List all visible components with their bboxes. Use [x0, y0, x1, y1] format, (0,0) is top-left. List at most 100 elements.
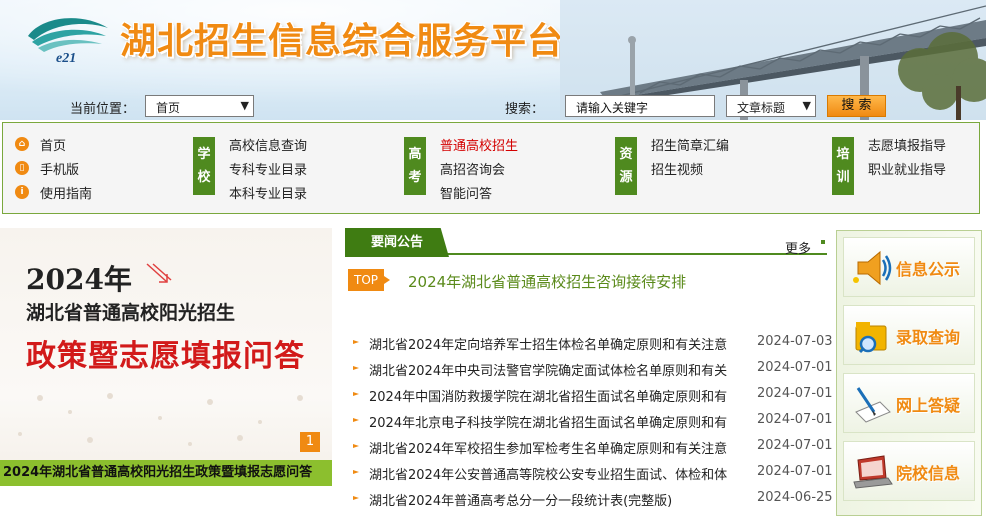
- featured-banner[interactable]: 2024年 湖北省普通高校阳光招生 政策暨志愿填报问答 1 2024年湖北省普通…: [0, 228, 332, 510]
- news-tabbar: 要闻公告 更多: [345, 228, 827, 257]
- badge-char: 训: [836, 170, 850, 185]
- list-item[interactable]: 湖北省2024年普通高考总分一分一段统计表(完整版) 2024-06-25: [345, 490, 833, 510]
- more-dot-icon: [821, 240, 825, 244]
- bullet-arrow-icon: [353, 444, 359, 448]
- news-title[interactable]: 2024年北京电子科技学院在湖北省招生面试名单确定原则和有: [369, 412, 757, 431]
- service-label: 信息公示: [896, 260, 961, 279]
- nav-link-guide[interactable]: 使用指南: [40, 183, 92, 202]
- top-headline[interactable]: 2024年湖北省普通高校招生咨询接待安排: [408, 271, 686, 292]
- search-button[interactable]: 搜 索: [827, 95, 886, 117]
- document-pen-icon: [855, 387, 891, 423]
- more-link[interactable]: 更多: [785, 238, 811, 257]
- laptop-icon: [853, 455, 893, 489]
- nav-link-brochures[interactable]: 招生简章汇编: [651, 135, 729, 154]
- search-label: 搜索：: [505, 102, 545, 117]
- bullet-arrow-icon: [353, 340, 359, 344]
- nav-link-vocational-majors[interactable]: 专科专业目录: [229, 159, 307, 178]
- news-date: 2024-07-01: [757, 360, 833, 375]
- news-title[interactable]: 湖北省2024年军校招生参加军检考生名单确定原则和有关注意: [369, 438, 757, 457]
- badge-char: 学: [197, 147, 211, 162]
- news-title[interactable]: 湖北省2024年普通高考总分一分一段统计表(完整版): [369, 490, 757, 509]
- nav-link-admission-fair[interactable]: 高招咨询会: [440, 159, 505, 178]
- nav-link-undergrad-majors[interactable]: 本科专业目录: [229, 183, 307, 202]
- banner-year: 2024年: [26, 263, 132, 296]
- news-title[interactable]: 湖北省2024年中央司法警官学院确定面试体检名单原则和有关: [369, 360, 757, 379]
- folder-search-icon: [855, 322, 887, 354]
- nav-link-general-admission[interactable]: 普通高校招生: [440, 135, 518, 154]
- mobile-icon: ▯: [15, 161, 29, 175]
- news-date: 2024-07-01: [757, 438, 833, 453]
- banner-subtitle: 湖北省普通高校阳光招生: [26, 302, 236, 324]
- tab-news[interactable]: 要闻公告: [345, 228, 449, 257]
- banner-caption[interactable]: 2024年湖北省普通高校阳光招生政策暨填报志愿问答: [0, 460, 332, 486]
- list-item[interactable]: 2024年中国消防救援学院在湖北省招生面试名单确定原则和有 2024-07-01: [345, 386, 833, 406]
- news-title[interactable]: 湖北省2024年定向培养军士招生体检名单确定原则和有关注意: [369, 334, 757, 353]
- search-input[interactable]: 请输入关键字: [565, 95, 715, 117]
- banner-page-indicator[interactable]: 1: [300, 432, 320, 452]
- service-admission-query[interactable]: 录取查询: [843, 305, 975, 365]
- service-college-info[interactable]: 院校信息: [843, 441, 975, 501]
- info-icon: i: [15, 185, 29, 199]
- bullet-arrow-icon: [353, 418, 359, 422]
- badge-char: 校: [197, 170, 211, 185]
- news-date: 2024-07-01: [757, 412, 833, 427]
- news-date: 2024-06-25: [757, 490, 833, 505]
- service-label: 院校信息: [896, 464, 961, 483]
- badge-char: 高: [408, 147, 422, 162]
- badge-char: 资: [619, 147, 633, 162]
- nav-link-videos[interactable]: 招生视频: [651, 159, 703, 178]
- location-select[interactable]: 首页 ▼: [145, 95, 254, 117]
- badge-char: 培: [836, 147, 850, 162]
- chevron-down-icon: ▼: [240, 99, 249, 112]
- search-type-value: 文章标题: [737, 101, 786, 115]
- list-item[interactable]: 湖北省2024年公安普通高等院校公安专业招生面试、体检和体 2024-07-01: [345, 464, 833, 484]
- list-item[interactable]: 湖北省2024年军校招生参加军检考生名单确定原则和有关注意 2024-07-01: [345, 438, 833, 458]
- nav-badge-school: 学 校: [193, 137, 215, 195]
- site-title: 湖北招生信息综合服务平台: [120, 21, 565, 62]
- search-type-select[interactable]: 文章标题 ▼: [726, 95, 816, 117]
- location-value: 首页: [156, 101, 181, 115]
- bullet-arrow-icon: [353, 392, 359, 396]
- news-date: 2024-07-01: [757, 386, 833, 401]
- service-online-qa[interactable]: 网上答疑: [843, 373, 975, 433]
- news-date: 2024-07-01: [757, 464, 833, 479]
- bullet-arrow-icon: [353, 470, 359, 474]
- logo-text: e21: [56, 51, 76, 64]
- banner-spacer: [0, 486, 332, 510]
- nav-link-career-guide[interactable]: 职业就业指导: [868, 159, 946, 178]
- nav-link-application-guide[interactable]: 志愿填报指导: [868, 135, 946, 154]
- service-info-public[interactable]: 信息公示: [843, 237, 975, 297]
- news-title[interactable]: 2024年中国消防救援学院在湖北省招生面试名单确定原则和有: [369, 386, 757, 405]
- list-item[interactable]: 湖北省2024年定向培养军士招生体检名单确定原则和有关注意 2024-07-03: [345, 334, 833, 354]
- list-item[interactable]: 湖北省2024年中央司法警官学院确定面试体检名单原则和有关 2024-07-01: [345, 360, 833, 380]
- badge-char: 考: [408, 170, 422, 185]
- nav-badge-gaokao: 高 考: [404, 137, 426, 195]
- nav-link-smart-qa[interactable]: 智能问答: [440, 183, 492, 202]
- quick-services: 信息公示 录取查询 网上答疑 院校信息: [836, 230, 982, 516]
- badge-char: 源: [619, 170, 633, 185]
- news-panel: 要闻公告 更多 TOP 2024年湖北省普通高校招生咨询接待安排 湖北省2024…: [345, 228, 833, 518]
- home-icon: ⌂: [15, 137, 29, 151]
- news-title[interactable]: 湖北省2024年公安普通高等院校公安专业招生面试、体检和体: [369, 464, 757, 483]
- service-label: 网上答疑: [896, 396, 961, 415]
- diagonal-arrows-icon: [146, 263, 172, 283]
- nav-link-mobile[interactable]: 手机版: [40, 159, 79, 178]
- site-logo[interactable]: e21: [22, 10, 114, 64]
- nav-badge-training: 培 训: [832, 137, 854, 195]
- nav-badge-resources: 资 源: [615, 137, 637, 195]
- main-navigation: ⌂ 首页 ▯ 手机版 i 使用指南 学 校 高校信息查询 专科专业目录 本科专业…: [2, 122, 980, 214]
- megaphone-icon: [853, 250, 892, 286]
- list-item[interactable]: 2024年北京电子科技学院在湖北省招生面试名单确定原则和有 2024-07-01: [345, 412, 833, 432]
- service-label: 录取查询: [896, 328, 961, 347]
- site-header: e21 湖北招生信息综合服务平台 当前位置： 首页 ▼ 搜索： 请输入关键字 文…: [0, 0, 986, 120]
- chevron-down-icon: ▼: [802, 99, 811, 112]
- top-badge: TOP: [348, 269, 390, 291]
- nav-link-college-info[interactable]: 高校信息查询: [229, 135, 307, 154]
- bullet-arrow-icon: [353, 496, 359, 500]
- banner-main-title: 政策暨志愿填报问答: [26, 339, 305, 374]
- banner-decoration: [18, 393, 303, 446]
- bullet-arrow-icon: [353, 366, 359, 370]
- location-label: 当前位置：: [70, 102, 136, 117]
- nav-link-home[interactable]: 首页: [40, 135, 66, 154]
- news-date: 2024-07-03: [757, 334, 833, 349]
